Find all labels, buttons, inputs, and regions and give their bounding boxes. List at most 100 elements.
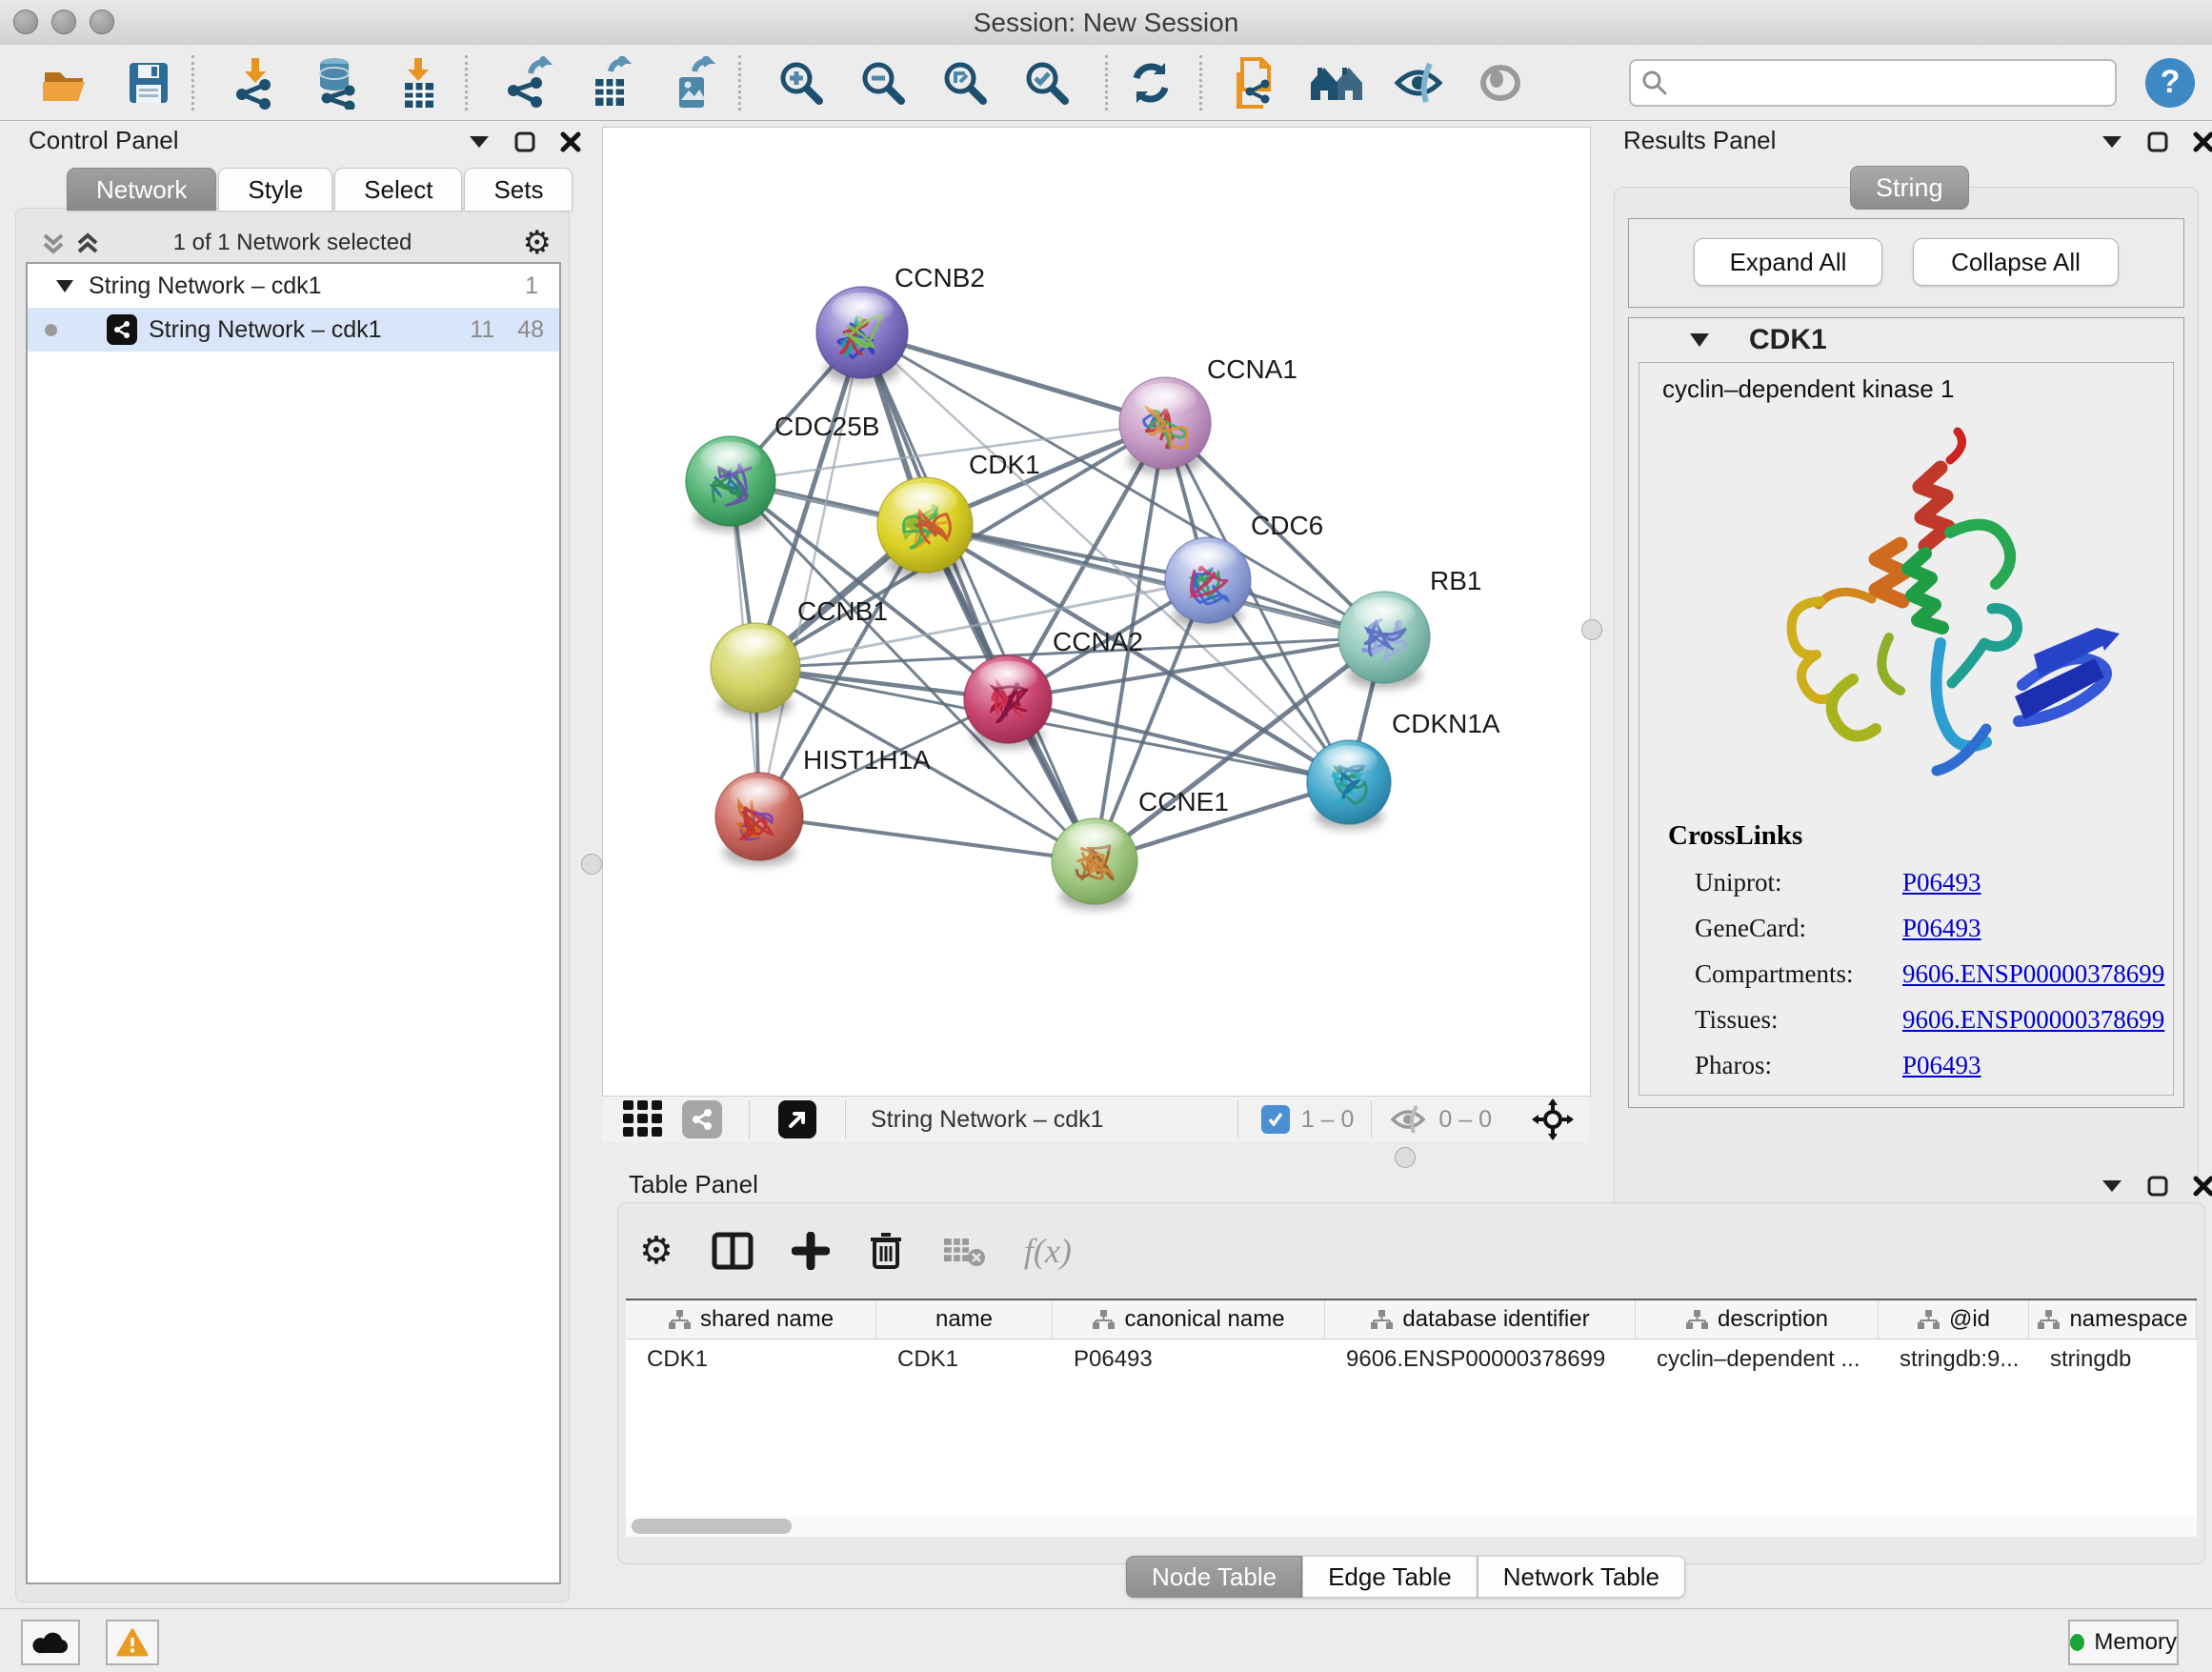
table-cell[interactable]: CDK1	[626, 1340, 876, 1380]
selected-items-checkbox[interactable]	[1261, 1105, 1290, 1134]
table-horizontal-scrollbar[interactable]	[626, 1516, 2197, 1537]
search-input[interactable]	[1669, 69, 2082, 97]
network-canvas[interactable]: CCNB2CCNA1CDC25BCDK1CDC6RB1CCNB1CCNA2CDK…	[602, 127, 1591, 1098]
node-expander-icon[interactable]	[1690, 333, 1709, 347]
column-header-shared-name[interactable]: shared name	[626, 1300, 876, 1339]
table-cell[interactable]: cyclin–dependent ...	[1636, 1340, 1879, 1380]
export-network-button[interactable]	[494, 52, 561, 113]
crosslink-link[interactable]: 9606.ENSP00000378699	[1902, 1005, 2164, 1035]
column-header--id[interactable]: @id	[1879, 1300, 2029, 1339]
panel-close-icon[interactable]	[2193, 1176, 2212, 1197]
crosslink-link[interactable]: 9606.ENSP00000378699	[1902, 959, 2164, 989]
tab-edge-table[interactable]: Edge Table	[1302, 1556, 1478, 1598]
function-builder-icon[interactable]: f(x)	[1024, 1231, 1072, 1271]
zoom-selected-button[interactable]	[1014, 52, 1080, 113]
hidden-items-eye-slash-icon[interactable]	[1389, 1104, 1427, 1135]
table-cell[interactable]: stringdb:9...	[1879, 1340, 2029, 1380]
panel-close-icon[interactable]	[560, 131, 581, 152]
horizontal-splitter-handle[interactable]	[1395, 1147, 1416, 1168]
memory-button[interactable]: Memory	[2068, 1620, 2179, 1665]
column-header-name[interactable]: name	[876, 1300, 1053, 1339]
tab-network-table[interactable]: Network Table	[1478, 1556, 1685, 1598]
show-eye-button[interactable]	[1467, 52, 1534, 113]
expand-all-button[interactable]: Expand All	[1694, 238, 1882, 286]
zoom-out-button[interactable]	[850, 52, 916, 113]
column-header-namespace[interactable]: namespace	[2029, 1300, 2197, 1339]
import-network-from-database-button[interactable]	[303, 52, 370, 113]
birdseye-grid-icon[interactable]	[623, 1100, 665, 1138]
string-network-graph[interactable]: CCNB2CCNA1CDC25BCDK1CDC6RB1CCNB1CCNA2CDK…	[603, 128, 1590, 1097]
panel-float-icon[interactable]	[514, 131, 535, 152]
tab-style[interactable]: Style	[218, 168, 332, 211]
show-columns-icon[interactable]	[712, 1232, 754, 1270]
cloud-status-button[interactable]	[21, 1620, 80, 1665]
warnings-button[interactable]	[106, 1620, 159, 1665]
column-header-canonical-name[interactable]: canonical name	[1053, 1300, 1325, 1339]
network-row[interactable]: String Network – cdk1 11 48	[28, 308, 559, 352]
collapse-all-button[interactable]: Collapse All	[1913, 238, 2119, 286]
network-options-gear-icon[interactable]: ⚙	[523, 224, 552, 262]
table-row[interactable]: CDK1CDK1P064939606.ENSP00000378699cyclin…	[626, 1340, 2197, 1380]
scrollbar-thumb[interactable]	[632, 1519, 792, 1534]
node-CCNB2[interactable]: CCNB2	[816, 263, 985, 384]
table-cell[interactable]: P06493	[1053, 1340, 1325, 1380]
detach-view-button[interactable]	[778, 1100, 816, 1138]
tab-sets[interactable]: Sets	[464, 168, 573, 211]
node-CDC25B[interactable]: CDC25B	[686, 412, 879, 532]
panel-collapse-icon[interactable]	[469, 135, 490, 149]
panel-collapse-icon[interactable]	[2101, 135, 2122, 149]
tab-select[interactable]: Select	[334, 168, 462, 211]
delete-column-icon[interactable]	[868, 1231, 904, 1271]
node-table[interactable]: shared namenamecanonical namedatabase id…	[626, 1299, 2197, 1516]
pan-crosshair-icon[interactable]	[1532, 1098, 1574, 1140]
import-table-button[interactable]	[385, 52, 452, 113]
crosslink-link[interactable]: P06493	[1902, 1051, 1981, 1080]
edge-CCNB2-CCNA1[interactable]	[862, 332, 1165, 423]
tab-network[interactable]: Network	[67, 168, 216, 211]
node-HIST1H1A[interactable]: HIST1H1A	[715, 745, 931, 866]
panel-close-icon[interactable]	[2193, 131, 2212, 152]
save-session-button[interactable]	[115, 52, 182, 113]
table-cell[interactable]: CDK1	[876, 1340, 1053, 1380]
table-cell[interactable]: 9606.ENSP00000378699	[1325, 1340, 1636, 1380]
right-splitter-handle[interactable]	[1581, 619, 1602, 640]
table-settings-gear-icon[interactable]: ⚙	[639, 1229, 674, 1273]
node-details-header[interactable]: CDK1	[1629, 318, 2183, 362]
column-header-description[interactable]: description	[1636, 1300, 1879, 1339]
node-CCNB1[interactable]: CCNB1	[711, 596, 888, 718]
string-import-button[interactable]	[1221, 52, 1288, 113]
collection-expander-icon[interactable]	[56, 280, 73, 292]
panel-collapse-icon[interactable]	[2101, 1179, 2122, 1193]
zoom-in-button[interactable]	[768, 52, 835, 113]
search-field[interactable]	[1629, 59, 2117, 107]
zoom-fit-button[interactable]	[932, 52, 998, 113]
panel-float-icon[interactable]	[2147, 1176, 2168, 1197]
open-session-button[interactable]	[31, 52, 98, 113]
export-table-button[interactable]	[576, 52, 643, 113]
table-cell[interactable]: stringdb	[2029, 1340, 2197, 1380]
apply-layout-button[interactable]	[1117, 52, 1184, 113]
node-label: CDK1	[969, 450, 1040, 479]
panel-float-icon[interactable]	[2147, 131, 2168, 152]
help-button[interactable]: ?	[2145, 58, 2195, 108]
node-CCNA1[interactable]: CCNA1	[1119, 354, 1297, 474]
tab-node-table[interactable]: Node Table	[1126, 1556, 1302, 1598]
export-image-button[interactable]	[658, 52, 725, 113]
hide-panel-eye-button[interactable]	[1385, 52, 1452, 113]
crosslink-link[interactable]: P06493	[1902, 868, 1981, 897]
selected-counts: 1 – 0	[1301, 1106, 1355, 1134]
left-splitter-handle[interactable]	[581, 854, 602, 875]
column-header-database-identifier[interactable]: database identifier	[1325, 1300, 1636, 1339]
delete-table-icon[interactable]	[942, 1233, 986, 1269]
node-RB1[interactable]: RB1	[1338, 566, 1481, 689]
tab-string[interactable]: String	[1850, 166, 1969, 210]
import-network-button[interactable]	[221, 52, 288, 113]
network-view-type-button[interactable]	[682, 1100, 722, 1138]
edge-CCNB2-CCNE1[interactable]	[862, 332, 1095, 861]
network-collection-row[interactable]: String Network – cdk1 1	[28, 264, 559, 308]
node-CDKN1A[interactable]: CDKN1A	[1307, 709, 1500, 829]
add-column-icon[interactable]	[792, 1232, 830, 1270]
crosslink-link[interactable]: P06493	[1902, 914, 1981, 943]
string-home-button[interactable]	[1303, 52, 1370, 113]
edge-CCNE1-HIST1H1A[interactable]	[759, 816, 1095, 861]
